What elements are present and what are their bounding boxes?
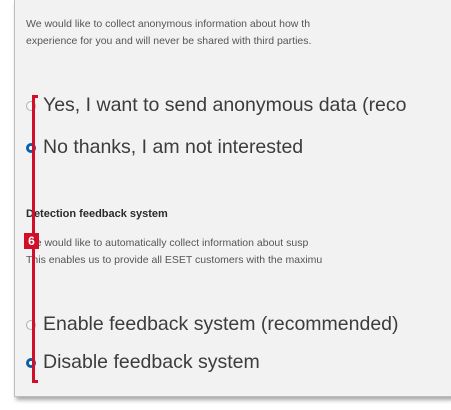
send-anonymous-data-label: Yes, I want to send anonymous data (reco (43, 94, 407, 116)
privacy-description: We would like to collect anonymous infor… (26, 16, 451, 50)
detection-description-line-2: This enables us to provide all ESET cust… (26, 254, 323, 266)
detection-feedback-heading: Detection feedback system (26, 208, 168, 220)
privacy-description-line-2: experience for you and will never be sha… (26, 35, 312, 47)
disable-feedback-label: Disable feedback system (43, 351, 260, 373)
enable-feedback-label: Enable feedback system (recommended) (43, 313, 399, 335)
enable-feedback-option[interactable]: Enable feedback system (recommended) (26, 313, 399, 336)
no-thanks-option[interactable]: No thanks, I am not interested (26, 136, 303, 159)
privacy-description-line-1: We would like to collect anonymous infor… (26, 18, 311, 30)
disable-feedback-option[interactable]: Disable feedback system (26, 351, 260, 374)
callout-badge: 6 (24, 233, 39, 249)
send-anonymous-data-option[interactable]: Yes, I want to send anonymous data (reco (26, 94, 407, 117)
screenshot-page: We would like to collect anonymous infor… (0, 0, 451, 410)
detection-description: We would like to automatically collect i… (26, 235, 451, 269)
no-thanks-label: No thanks, I am not interested (43, 136, 304, 158)
detection-description-line-1: We would like to automatically collect i… (26, 237, 309, 249)
setup-panel (14, 0, 451, 397)
